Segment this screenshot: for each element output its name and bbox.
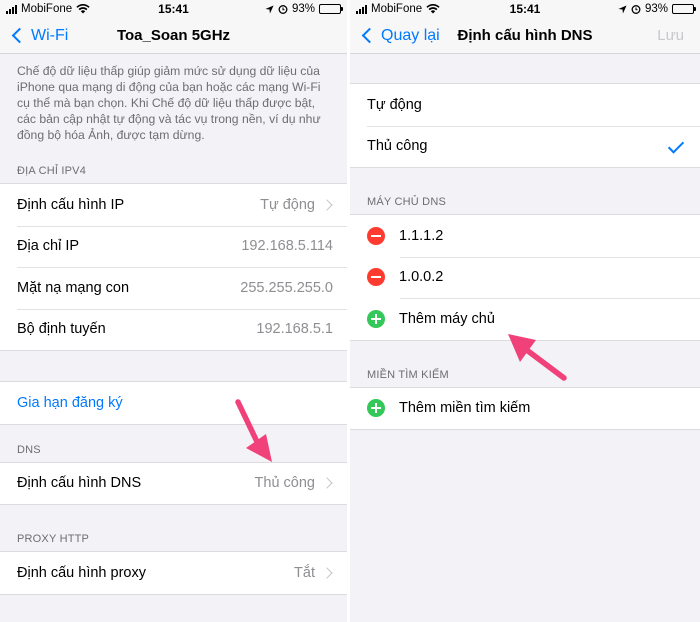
signal-icon: [356, 4, 367, 14]
carrier-name: MobiFone: [21, 3, 73, 15]
dns-mode-group: Tự động Thủ công: [350, 83, 700, 168]
add-server-label: Thêm máy chủ: [399, 310, 495, 327]
router-label: Bộ định tuyến: [17, 321, 106, 338]
navigation-bar: Wi-Fi Toa_Soan 5GHz: [0, 18, 347, 54]
dns-server-value[interactable]: 1.0.0.2: [399, 269, 700, 285]
location-icon: [618, 4, 627, 14]
configure-dns-screen: MobiFone 15:41 93% Quay lại Định cấu hìn…: [350, 0, 700, 622]
mode-manual-row[interactable]: Thủ công: [350, 125, 700, 168]
back-button[interactable]: Wi-Fi: [10, 27, 68, 45]
add-server-button[interactable]: Thêm máy chủ: [350, 298, 700, 340]
dns-server-value[interactable]: 1.1.1.2: [399, 228, 700, 244]
router-row: Bộ định tuyến 192.168.5.1: [0, 308, 347, 351]
delete-icon[interactable]: [367, 226, 385, 245]
renew-lease-group: Gia hạn đăng ký: [0, 381, 347, 425]
router-value: 192.168.5.1: [256, 321, 333, 338]
dns-servers-header: MÁY CHỦ DNS: [367, 196, 447, 208]
wifi-details-screen: MobiFone 15:41 93% Wi-Fi Toa_Soan 5GHz C…: [0, 0, 347, 622]
proxy-section-header: PROXY HTTP: [17, 533, 90, 545]
alarm-icon: [631, 5, 641, 14]
battery-icon: [319, 4, 343, 14]
subnet-mask-label: Mặt nạ mạng con: [17, 279, 130, 296]
subnet-mask-value: 255.255.255.0: [240, 279, 333, 296]
mode-manual-label: Thủ công: [367, 138, 428, 155]
chevron-left-icon: [361, 27, 378, 44]
add-search-domain-button[interactable]: Thêm miền tìm kiếm: [350, 388, 700, 430]
battery-percent: 93%: [291, 3, 315, 15]
ipv4-section-header: ĐỊA CHỈ IPV4: [17, 165, 87, 177]
navigation-bar: Quay lại Định cấu hình DNS Lưu: [350, 18, 700, 54]
signal-icon: [6, 4, 17, 14]
status-bar: MobiFone 15:41 93%: [0, 0, 347, 18]
ipv4-group: Định cấu hình IP Tự động Địa chỉ IP 192.…: [0, 183, 347, 351]
mode-automatic-label: Tự động: [367, 96, 422, 113]
dns-section-header: DNS: [17, 443, 41, 456]
dns-server-row: 1.1.1.2: [350, 215, 700, 257]
mode-automatic-row[interactable]: Tự động: [350, 84, 700, 126]
configure-dns-row[interactable]: Định cấu hình DNS Thủ công: [0, 463, 347, 505]
wifi-icon: [426, 4, 440, 14]
ip-address-row: Địa chỉ IP 192.168.5.114: [0, 225, 347, 268]
proxy-group: Định cấu hình proxy Tắt: [0, 551, 347, 595]
configure-dns-value: Thủ công: [254, 475, 315, 492]
back-label: Wi-Fi: [31, 26, 69, 44]
chevron-right-icon: [321, 199, 333, 211]
back-button[interactable]: Quay lại: [360, 27, 440, 45]
configure-proxy-label: Định cấu hình proxy: [17, 564, 146, 581]
renew-lease-button[interactable]: Gia hạn đăng ký: [0, 382, 347, 424]
configure-dns-label: Định cấu hình DNS: [17, 475, 142, 492]
configure-ip-value: Tự động: [260, 196, 315, 213]
dns-server-row: 1.0.0.2: [350, 256, 700, 299]
subnet-mask-row: Mặt nạ mạng con 255.255.255.0: [0, 267, 347, 309]
carrier-name: MobiFone: [371, 3, 423, 15]
ip-address-label: Địa chỉ IP: [17, 238, 80, 255]
add-search-domain-label: Thêm miền tìm kiếm: [399, 400, 531, 417]
add-icon: [367, 309, 385, 328]
battery-icon: [672, 4, 696, 14]
configure-ip-label: Định cấu hình IP: [17, 196, 125, 213]
ip-address-value: 192.168.5.114: [241, 238, 333, 255]
search-domains-group: Thêm miền tìm kiếm: [350, 386, 700, 430]
chevron-left-icon: [11, 27, 28, 44]
back-label: Quay lại: [381, 26, 440, 44]
low-data-mode-description: Chế độ dữ liệu thấp giúp giảm mức sử dụn…: [17, 64, 321, 142]
save-button[interactable]: Lưu: [657, 27, 684, 44]
configure-proxy-row[interactable]: Định cấu hình proxy Tắt: [0, 552, 347, 594]
location-icon: [265, 4, 274, 14]
wifi-icon: [76, 4, 90, 14]
search-domains-header: MIỀN TÌM KIẾM: [367, 368, 449, 381]
dns-group: Định cấu hình DNS Thủ công: [0, 461, 347, 505]
add-icon: [367, 399, 385, 418]
status-bar: MobiFone 15:41 93%: [350, 0, 700, 18]
chevron-right-icon: [321, 477, 333, 489]
configure-proxy-value: Tắt: [294, 564, 315, 581]
battery-percent: 93%: [644, 3, 668, 15]
delete-icon[interactable]: [367, 268, 385, 287]
alarm-icon: [278, 5, 288, 14]
chevron-right-icon: [321, 567, 333, 579]
dns-servers-group: 1.1.1.2 1.0.0.2 Thêm máy chủ: [350, 214, 700, 341]
renew-lease-label: Gia hạn đăng ký: [17, 394, 123, 411]
configure-ip-row[interactable]: Định cấu hình IP Tự động: [0, 184, 347, 226]
